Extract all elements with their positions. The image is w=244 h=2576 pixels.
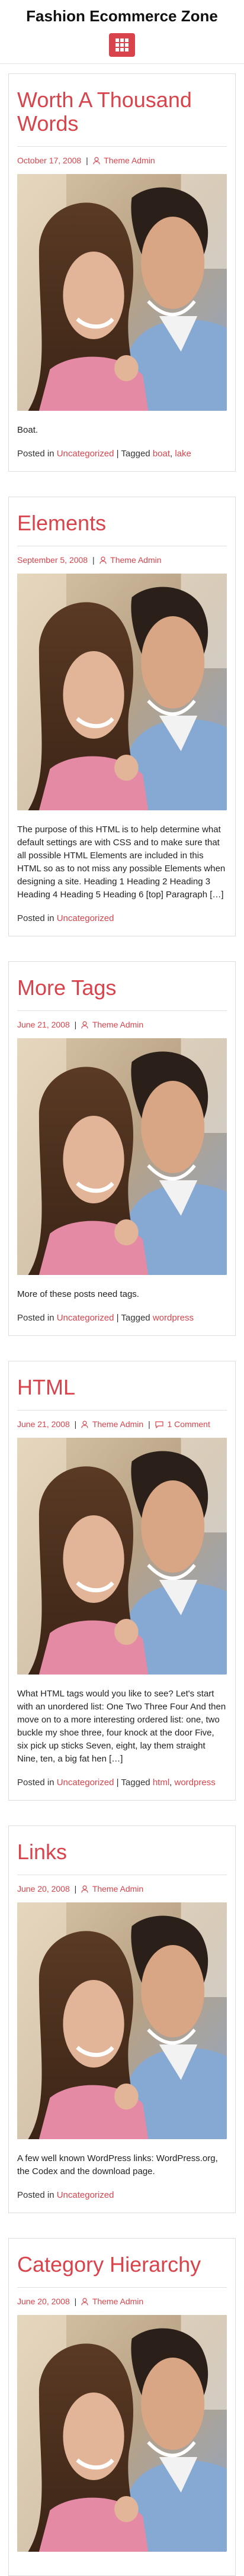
post-title[interactable]: Category Hierarchy xyxy=(17,2253,227,2276)
menu-toggle-button[interactable] xyxy=(109,33,135,57)
post-thumbnail-image[interactable] xyxy=(17,174,227,411)
posted-in-label: Posted in xyxy=(17,913,54,923)
tag-link[interactable]: boat xyxy=(153,449,170,459)
meta-separator: | xyxy=(92,555,95,565)
post-title[interactable]: Elements xyxy=(17,511,227,535)
post-list: Worth A Thousand Words October 17, 2008 … xyxy=(0,64,244,2576)
user-icon xyxy=(93,156,100,167)
meta-separator: | xyxy=(74,2297,77,2306)
category-link[interactable]: Uncategorized xyxy=(57,2190,114,2200)
post-author-link[interactable]: Theme Admin xyxy=(110,555,161,565)
meta-separator: | xyxy=(74,1884,77,1894)
user-icon xyxy=(81,1020,88,1031)
tag-link[interactable]: html xyxy=(153,1778,169,1788)
post-footer: Posted in Uncategorized | Tagged boat, l… xyxy=(17,447,227,461)
tagged-label: | Tagged xyxy=(116,1778,150,1788)
post-thumbnail-image[interactable] xyxy=(17,1438,227,1675)
tags-list: wordpress xyxy=(153,1313,194,1323)
post-author-link[interactable]: Theme Admin xyxy=(92,1020,143,1029)
post-meta: June 21, 2008 | Theme Admin xyxy=(17,1010,227,1031)
posted-in-label: Posted in xyxy=(17,1778,54,1788)
post-date-link[interactable]: June 20, 2008 xyxy=(17,1884,70,1894)
post-excerpt: A few well known WordPress links: WordPr… xyxy=(17,2153,218,2176)
post-card: Elements September 5, 2008 | Theme Admin xyxy=(8,497,236,936)
meta-separator: | xyxy=(74,1020,77,1029)
post-meta: September 5, 2008 | Theme Admin xyxy=(17,546,227,566)
post-title[interactable]: Links xyxy=(17,1840,227,1864)
post-author-link[interactable]: Theme Admin xyxy=(92,1884,143,1894)
post-meta: June 21, 2008 | Theme Admin | 1 Comment xyxy=(17,1410,227,1431)
tags-list: html, wordpress xyxy=(152,1778,216,1788)
post-date-link[interactable]: June 21, 2008 xyxy=(17,1020,70,1029)
post-footer: Posted in Uncategorized | Tagged html, w… xyxy=(17,1776,227,1789)
post-title[interactable]: Worth A Thousand Words xyxy=(17,88,227,136)
post-card: Worth A Thousand Words October 17, 2008 … xyxy=(8,73,236,472)
tagged-label: | Tagged xyxy=(116,449,150,459)
category-link[interactable]: Uncategorized xyxy=(57,1313,114,1323)
post-date-link[interactable]: October 17, 2008 xyxy=(17,156,81,165)
post-card: HTML June 21, 2008 | Theme Admin | 1 Com… xyxy=(8,1361,236,1801)
post-title[interactable]: More Tags xyxy=(17,976,227,1000)
post-footer: Posted in Uncategorized xyxy=(17,912,227,925)
post-thumbnail-image[interactable] xyxy=(17,574,227,810)
post-footer: Posted in Uncategorized xyxy=(17,2189,227,2202)
tag-link[interactable]: wordpress xyxy=(175,1778,216,1788)
tags-list: boat, lake xyxy=(152,449,191,459)
user-icon xyxy=(99,556,107,566)
post-date-link[interactable]: September 5, 2008 xyxy=(17,555,88,565)
meta-separator: | xyxy=(86,156,88,165)
category-link[interactable]: Uncategorized xyxy=(57,449,114,459)
post-card: Links June 20, 2008 | Theme Admin A few … xyxy=(8,1825,236,2213)
post-excerpt: More of these posts need tags. xyxy=(17,1289,139,1299)
comment-icon xyxy=(155,1420,163,1431)
post-date-link[interactable]: June 21, 2008 xyxy=(17,1419,70,1429)
meta-separator: | xyxy=(74,1419,77,1429)
post-thumbnail-image[interactable] xyxy=(17,1902,227,2139)
post-comments-link[interactable]: 1 Comment xyxy=(168,1419,210,1429)
category-link[interactable]: Uncategorized xyxy=(57,913,114,923)
category-link[interactable]: Uncategorized xyxy=(57,1778,114,1788)
user-icon xyxy=(81,1420,88,1431)
meta-separator: | xyxy=(148,1419,150,1429)
site-header: Fashion Ecommerce Zone xyxy=(0,0,244,64)
post-author-link[interactable]: Theme Admin xyxy=(104,156,155,165)
posted-in-label: Posted in xyxy=(17,449,54,459)
post-thumbnail-image[interactable] xyxy=(17,2315,227,2552)
post-excerpt: What HTML tags would you like to see? Le… xyxy=(17,1689,226,1764)
post-title[interactable]: HTML xyxy=(17,1376,227,1399)
post-author-link[interactable]: Theme Admin xyxy=(92,1419,143,1429)
post-excerpt: The purpose of this HTML is to help dete… xyxy=(17,825,226,900)
tag-link[interactable]: lake xyxy=(175,449,191,459)
post-meta: October 17, 2008 | Theme Admin xyxy=(17,146,227,167)
posted-in-label: Posted in xyxy=(17,1313,54,1323)
tagged-label: | Tagged xyxy=(116,1313,150,1323)
post-date-link[interactable]: June 20, 2008 xyxy=(17,2297,70,2306)
post-excerpt: Boat. xyxy=(17,425,38,435)
grid-menu-icon xyxy=(115,38,129,51)
site-title[interactable]: Fashion Ecommerce Zone xyxy=(0,7,244,25)
post-footer: Posted in Uncategorized | Tagged wordpre… xyxy=(17,1312,227,1325)
post-card: Category Hierarchy June 20, 2008 | Theme… xyxy=(8,2238,236,2576)
post-meta: June 20, 2008 | Theme Admin xyxy=(17,1875,227,1895)
user-icon xyxy=(81,2297,88,2308)
tag-link[interactable]: wordpress xyxy=(153,1313,194,1323)
post-meta: June 20, 2008 | Theme Admin xyxy=(17,2287,227,2308)
post-card: More Tags June 21, 2008 | Theme Admin Mo… xyxy=(8,961,236,1336)
comments-wrap: | 1 Comment xyxy=(146,1419,210,1429)
user-icon xyxy=(81,1885,88,1895)
post-author-link[interactable]: Theme Admin xyxy=(92,2297,143,2306)
posted-in-label: Posted in xyxy=(17,2190,54,2200)
post-thumbnail-image[interactable] xyxy=(17,1038,227,1275)
